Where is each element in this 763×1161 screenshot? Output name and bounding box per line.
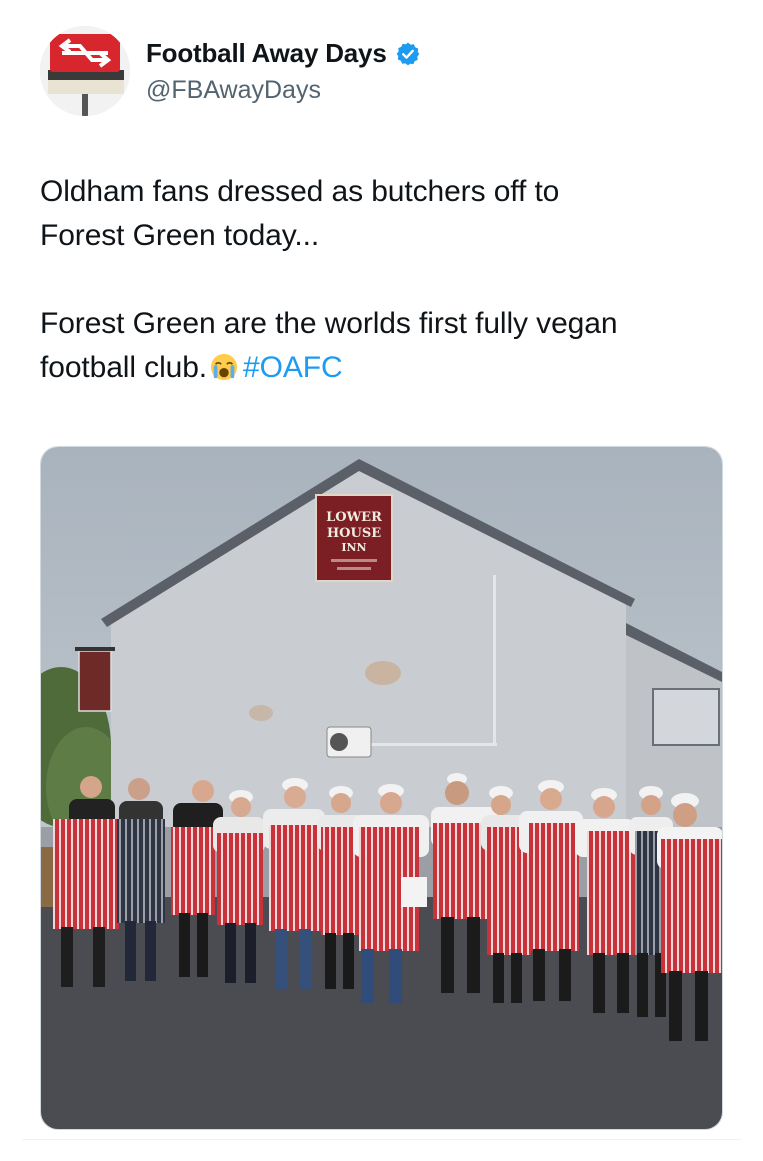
national-rail-logo-icon (40, 26, 130, 116)
avatar[interactable] (40, 26, 130, 116)
display-name[interactable]: Football Away Days (146, 38, 387, 69)
tweet-text-line: Oldham fans dressed as butchers off to (40, 175, 560, 208)
tweet-card: Football Away Days @FBAwayDays Oldham fa… (0, 0, 763, 1161)
pub-sign-line-3: INN (341, 541, 366, 554)
divider (22, 1139, 741, 1140)
tweet-text-line: Forest Green today... (40, 219, 320, 252)
pub-sign-line-2: HOUSE (327, 526, 381, 541)
tweet-photo[interactable]: LOWER HOUSE INN (40, 446, 723, 1130)
pub-sign-line-1: LOWER (326, 510, 382, 525)
verified-badge-icon (396, 42, 419, 65)
hashtag-link[interactable]: #OAFC (243, 351, 343, 384)
author-name-row[interactable]: Football Away Days (146, 38, 421, 69)
tweet-text-line: Forest Green are the worlds first fully … (40, 307, 618, 340)
user-handle[interactable]: @FBAwayDays (146, 76, 321, 105)
loudly-crying-face-icon (210, 353, 238, 381)
tweet-text: Oldham fans dressed as butchers off to F… (40, 170, 730, 390)
tweet-text-line-last: football club. #OAFC (40, 346, 730, 390)
photo-butchers-outside-pub: LOWER HOUSE INN (41, 447, 722, 1129)
tweet-text-fragment: football club. (40, 351, 208, 384)
